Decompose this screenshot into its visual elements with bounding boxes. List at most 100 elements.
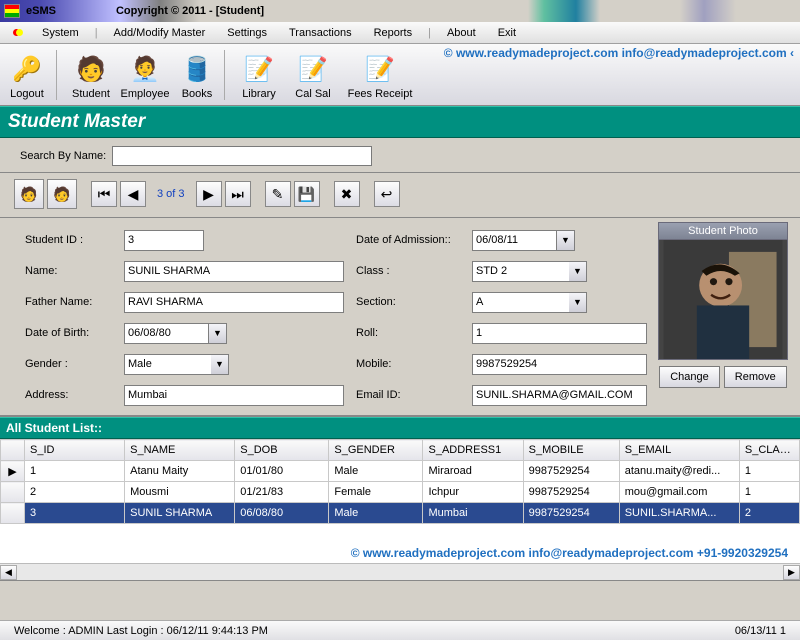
scroll-right-icon[interactable]: ▶	[783, 565, 800, 580]
select-section[interactable]	[472, 292, 569, 313]
input-roll[interactable]	[472, 323, 647, 344]
toolbar-student[interactable]: 🧑Student	[64, 46, 118, 104]
menu-exit[interactable]: Exit	[488, 24, 526, 42]
input-student-id[interactable]	[124, 230, 204, 251]
toolbar-books[interactable]: 🛢️Books	[172, 46, 222, 104]
toolbar-employee[interactable]: 🧑‍💼Employee	[118, 46, 172, 104]
section-dropdown[interactable]: ▼	[569, 292, 587, 313]
toolbar-library[interactable]: 📝Library	[232, 46, 286, 104]
horizontal-scrollbar[interactable]: ◀ ▶	[0, 563, 800, 580]
first-icon: ⏮	[98, 186, 111, 203]
nav-add-user[interactable]: 🧑	[14, 179, 44, 209]
col-sgender[interactable]: S_GENDER	[329, 440, 423, 461]
input-name[interactable]	[124, 261, 344, 282]
gender-dropdown[interactable]: ▼	[211, 354, 229, 375]
cell[interactable]: 01/21/83	[235, 482, 329, 503]
input-mobile[interactable]	[472, 354, 647, 375]
nav-last[interactable]: ⏭	[225, 181, 251, 207]
photo-placeholder-icon	[659, 240, 787, 359]
cell[interactable]: 3	[25, 503, 125, 524]
doa-dropdown[interactable]: ▼	[557, 230, 575, 251]
title-bar: eSMS Copyright © 2011 - [Student]	[0, 0, 800, 22]
cell[interactable]: Male	[329, 503, 423, 524]
dob-dropdown[interactable]: ▼	[209, 323, 227, 344]
cell[interactable]: 06/08/80	[235, 503, 329, 524]
menu-system[interactable]: System	[32, 24, 89, 42]
input-doa[interactable]	[472, 230, 557, 251]
nav-save[interactable]: 💾	[294, 181, 320, 207]
cell[interactable]: 2	[739, 503, 799, 524]
cell[interactable]: 1	[25, 461, 125, 482]
input-father-name[interactable]	[124, 292, 344, 313]
search-input[interactable]	[112, 146, 372, 166]
nav-next[interactable]: ▶	[196, 181, 222, 207]
cell[interactable]: Ichpur	[423, 482, 523, 503]
cell[interactable]: 9987529254	[523, 503, 619, 524]
status-bar: Welcome : ADMIN Last Login : 06/12/11 9:…	[0, 620, 800, 640]
menu-reports[interactable]: Reports	[364, 24, 423, 42]
menu-transactions[interactable]: Transactions	[279, 24, 362, 42]
search-row: Search By Name:	[0, 138, 800, 173]
save-icon: 💾	[298, 186, 315, 203]
nav-refresh[interactable]: ↩	[374, 181, 400, 207]
cell[interactable]: atanu.maity@redi...	[619, 461, 739, 482]
books-icon: 🛢️	[181, 54, 213, 86]
toolbar-fees-receipt[interactable]: 📝Fees Receipt	[340, 46, 420, 104]
nav-prev[interactable]: ◀	[120, 181, 146, 207]
table-row[interactable]: 3SUNIL SHARMA06/08/80MaleMumbai998752925…	[1, 503, 800, 524]
menu-settings[interactable]: Settings	[217, 24, 277, 42]
input-email[interactable]	[472, 385, 647, 406]
next-icon: ▶	[203, 186, 214, 203]
cell[interactable]: SUNIL.SHARMA...	[619, 503, 739, 524]
label-gender: Gender :	[25, 358, 68, 370]
cell[interactable]: Mousmi	[125, 482, 235, 503]
grid-table[interactable]: S_ID S_NAME S_DOB S_GENDER S_ADDRESS1 S_…	[0, 439, 800, 524]
cell[interactable]: Miraroad	[423, 461, 523, 482]
nav-delete[interactable]: ✖	[334, 181, 360, 207]
grid-header-row: S_ID S_NAME S_DOB S_GENDER S_ADDRESS1 S_…	[1, 440, 800, 461]
cell[interactable]: 9987529254	[523, 461, 619, 482]
cell[interactable]: 2	[25, 482, 125, 503]
student-grid: S_ID S_NAME S_DOB S_GENDER S_ADDRESS1 S_…	[0, 439, 800, 581]
scroll-left-icon[interactable]: ◀	[0, 565, 17, 580]
main-toolbar: 🔑Logout 🧑Student 🧑‍💼Employee 🛢️Books 📝Li…	[0, 44, 800, 106]
cell[interactable]: SUNIL SHARMA	[125, 503, 235, 524]
cell[interactable]: mou@gmail.com	[619, 482, 739, 503]
label-mobile: Mobile:	[356, 358, 391, 370]
col-semail[interactable]: S_EMAIL	[619, 440, 739, 461]
col-smobile[interactable]: S_MOBILE	[523, 440, 619, 461]
col-sclass[interactable]: S_CLASS	[739, 440, 799, 461]
menu-about[interactable]: About	[437, 24, 486, 42]
cell[interactable]: 1	[739, 461, 799, 482]
class-dropdown[interactable]: ▼	[569, 261, 587, 282]
cell[interactable]: 9987529254	[523, 482, 619, 503]
photo-change-button[interactable]: Change	[659, 366, 720, 388]
label-dob: Date of Birth:	[25, 327, 89, 339]
col-sdob[interactable]: S_DOB	[235, 440, 329, 461]
nav-edit[interactable]: ✎	[265, 181, 291, 207]
select-gender[interactable]	[124, 354, 211, 375]
col-sname[interactable]: S_NAME	[125, 440, 235, 461]
fees-icon: 📝	[364, 54, 396, 86]
toolbar-calsal[interactable]: 📝Cal Sal	[286, 46, 340, 104]
cell[interactable]: Mumbai	[423, 503, 523, 524]
scroll-track[interactable]	[17, 565, 783, 580]
cell[interactable]: Female	[329, 482, 423, 503]
cell[interactable]: Atanu Maity	[125, 461, 235, 482]
col-sid[interactable]: S_ID	[25, 440, 125, 461]
cell[interactable]: Male	[329, 461, 423, 482]
cell[interactable]: 1	[739, 482, 799, 503]
nav-remove-user[interactable]: 🧑	[47, 179, 77, 209]
input-dob[interactable]	[124, 323, 209, 344]
select-class[interactable]	[472, 261, 569, 282]
table-row[interactable]: 2Mousmi01/21/83FemaleIchpur9987529254mou…	[1, 482, 800, 503]
col-saddress[interactable]: S_ADDRESS1	[423, 440, 523, 461]
input-address[interactable]	[124, 385, 344, 406]
photo-remove-button[interactable]: Remove	[724, 366, 787, 388]
toolbar-separator	[56, 50, 62, 100]
menu-add-modify-master[interactable]: Add/Modify Master	[104, 24, 216, 42]
nav-first[interactable]: ⏮	[91, 181, 117, 207]
table-row[interactable]: ▶1Atanu Maity01/01/80MaleMiraroad9987529…	[1, 461, 800, 482]
cell[interactable]: 01/01/80	[235, 461, 329, 482]
toolbar-logout[interactable]: 🔑Logout	[0, 46, 54, 104]
